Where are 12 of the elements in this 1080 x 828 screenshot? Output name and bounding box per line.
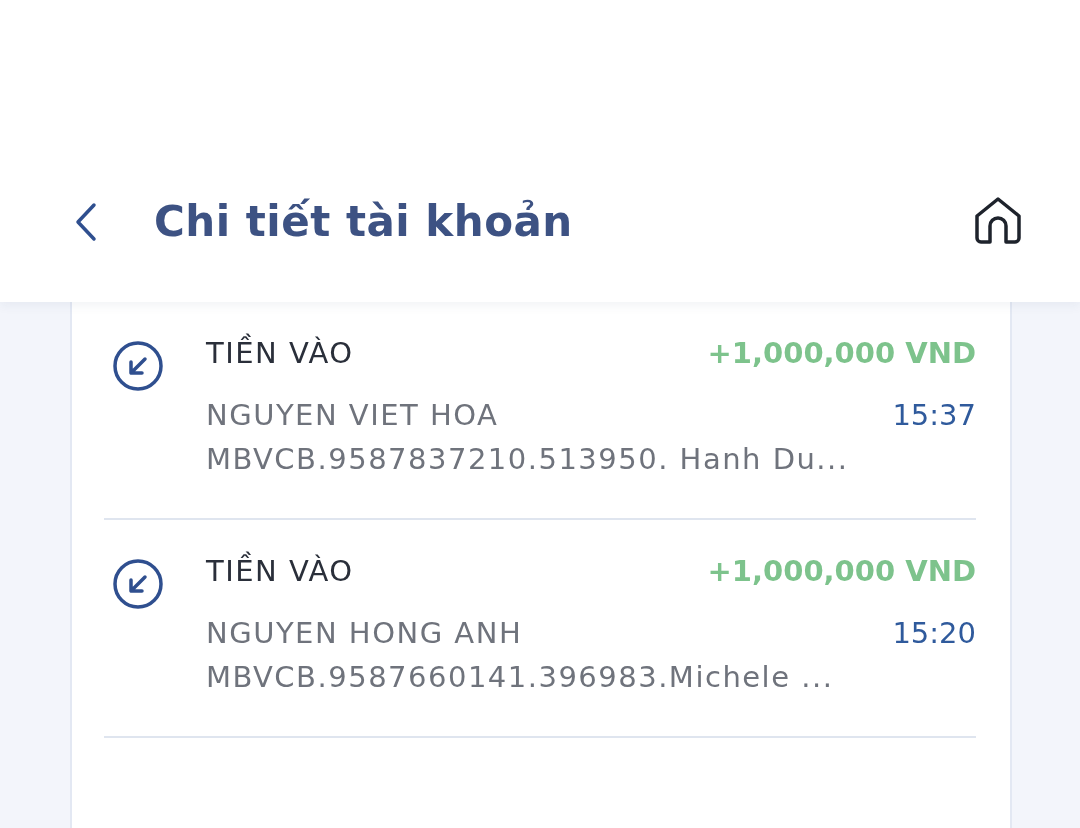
transaction-description: MBVCB.9587837210.513950. Hanh Du...	[206, 442, 850, 476]
transaction-amount: +1,000,000 VND	[707, 336, 976, 370]
sender-name: NGUYEN VIET HOA	[206, 398, 500, 432]
transaction-time: 15:20	[892, 616, 976, 650]
sender-name: NGUYEN HONG ANH	[206, 616, 524, 650]
arrow-in-circle-icon	[112, 340, 164, 392]
arrow-in-circle-icon	[112, 558, 164, 610]
transaction-time: 15:37	[892, 398, 976, 432]
transaction-description: MBVCB.9587660141.396983.Michele ...	[206, 660, 835, 694]
transaction-amount: +1,000,000 VND	[707, 554, 976, 588]
page-title: Chi tiết tài khoản	[154, 197, 574, 246]
home-button[interactable]	[972, 194, 1024, 246]
